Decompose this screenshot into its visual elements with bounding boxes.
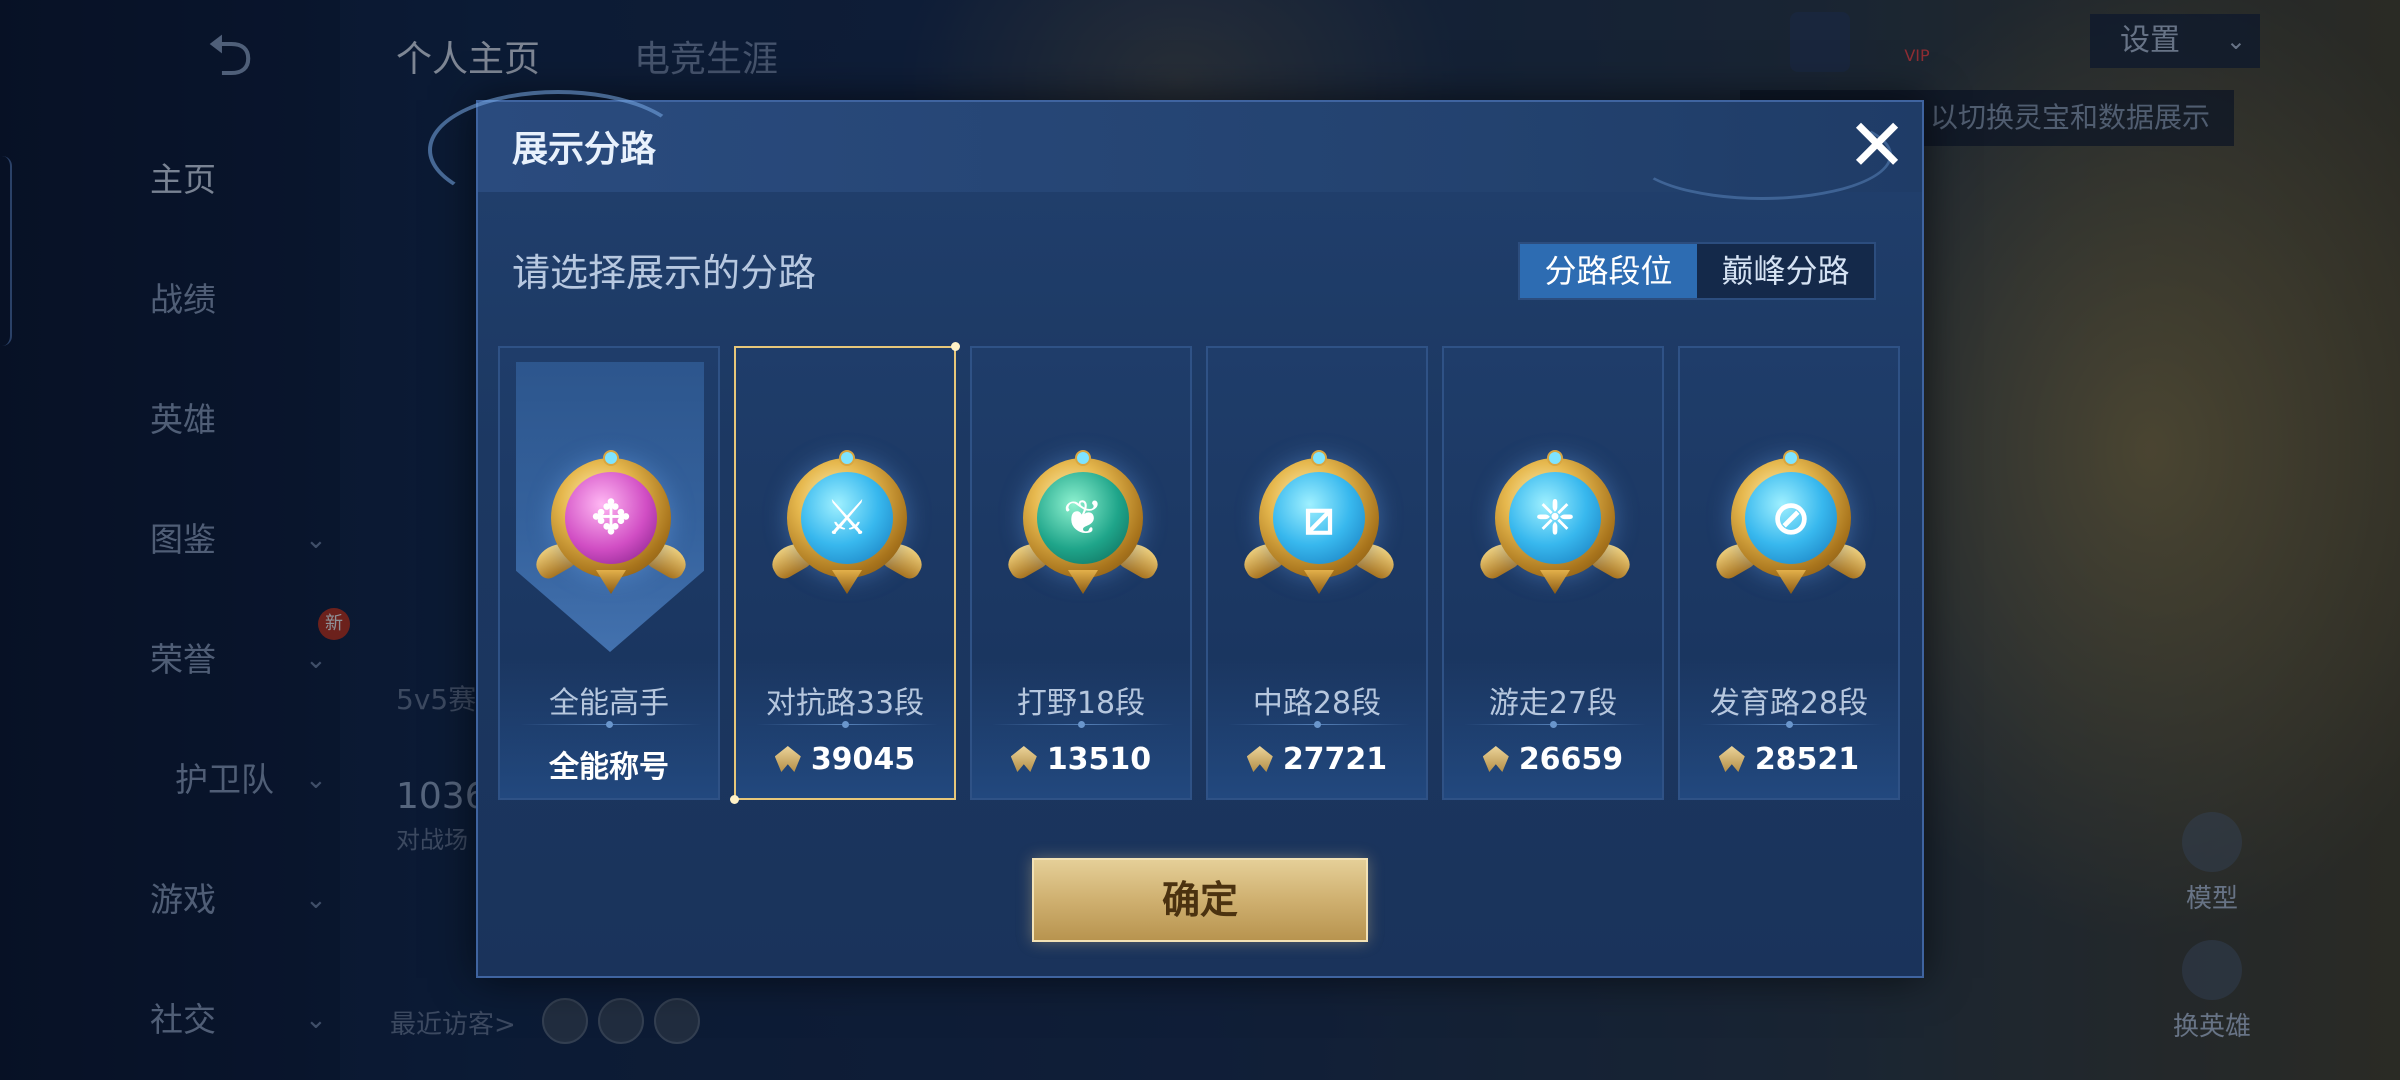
- score-icon: [1010, 746, 1037, 772]
- lane-card-value: 13510: [972, 742, 1190, 777]
- score-value: 26659: [1518, 742, 1624, 777]
- score-icon: [774, 746, 801, 772]
- lane-display-dialog: 展示分路 ✕ 请选择展示的分路 分路段位 巅峰分路 ✥ 全能高手 全能称号 ⚔ …: [428, 90, 1924, 978]
- lane-card-list: ✥ 全能高手 全能称号 ⚔ 对抗路33段 39045 ❦ 打野18段 13510…: [498, 342, 1908, 804]
- emblem-core: ⧄: [1273, 472, 1365, 564]
- emblem-gem: [1783, 450, 1799, 466]
- score-value: 28521: [1754, 742, 1860, 777]
- jungle-emblem-icon: ❦: [1002, 450, 1164, 594]
- divider: [520, 721, 702, 728]
- lane-card-clash[interactable]: ⚔ 对抗路33段 39045: [730, 342, 960, 804]
- emblem-core: ⚔: [801, 472, 893, 564]
- lane-card-name: 打野18段: [1016, 686, 1146, 721]
- clash-lane-emblem-icon: ⚔: [766, 450, 928, 594]
- divider: [1464, 721, 1646, 728]
- score-icon: [1718, 746, 1745, 772]
- emblem-gem: [839, 450, 855, 466]
- emblem-gem: [1311, 450, 1327, 466]
- emblem-tip: [1540, 570, 1570, 594]
- emblem-gem: [603, 450, 619, 466]
- all-round-emblem-icon: ✥: [530, 450, 692, 594]
- lane-card-all-round[interactable]: ✥ 全能高手 全能称号: [498, 346, 720, 800]
- dialog-title: 展示分路: [512, 129, 657, 170]
- emblem-core: ✥: [565, 472, 657, 564]
- lane-card-name: 全能高手: [549, 686, 669, 721]
- roam-emblem-icon: ❈: [1474, 450, 1636, 594]
- emblem-core: ❦: [1037, 472, 1129, 564]
- lane-card-value: 28521: [1680, 742, 1898, 777]
- toggle-peak-lane[interactable]: 巅峰分路: [1697, 244, 1874, 298]
- emblem-core: ❈: [1509, 472, 1601, 564]
- score-value: 39045: [810, 742, 916, 777]
- lane-mode-toggle: 分路段位 巅峰分路: [1518, 242, 1876, 300]
- lane-card-name: 游走27段: [1488, 686, 1618, 721]
- mid-lane-emblem-icon: ⧄: [1238, 450, 1400, 594]
- emblem-tip: [1776, 570, 1806, 594]
- score-value: 27721: [1282, 742, 1388, 777]
- lane-card-value: 全能称号: [549, 750, 669, 785]
- divider: [1228, 721, 1410, 728]
- lane-card-name: 发育路28段: [1709, 686, 1869, 721]
- lane-card-name: 中路28段: [1252, 686, 1382, 721]
- divider: [992, 721, 1174, 728]
- emblem-tip: [1304, 570, 1334, 594]
- score-value: 13510: [1046, 742, 1152, 777]
- lane-card-roam[interactable]: ❈ 游走27段 26659: [1442, 346, 1664, 800]
- lane-card-value: 39045: [736, 742, 954, 777]
- emblem-tip: [832, 570, 862, 594]
- toggle-lane-rank[interactable]: 分路段位: [1520, 244, 1697, 298]
- emblem-gem: [1547, 450, 1563, 466]
- divider: [1700, 721, 1882, 728]
- divider: [756, 721, 938, 728]
- confirm-button[interactable]: 确定: [1032, 858, 1368, 942]
- score-icon: [1482, 746, 1509, 772]
- dialog-header: 展示分路 ✕: [428, 90, 1922, 210]
- lane-card-name: 对抗路33段: [765, 686, 925, 721]
- emblem-gem: [1075, 450, 1091, 466]
- lane-card-value: 27721: [1208, 742, 1426, 777]
- emblem-core: ⊘: [1745, 472, 1837, 564]
- lane-card-mid[interactable]: ⧄ 中路28段 27721: [1206, 346, 1428, 800]
- close-icon[interactable]: ✕: [1840, 109, 1914, 184]
- score-icon: [1246, 746, 1273, 772]
- lane-card-jungle[interactable]: ❦ 打野18段 13510: [970, 346, 1192, 800]
- emblem-tip: [1068, 570, 1098, 594]
- farm-lane-emblem-icon: ⊘: [1710, 450, 1872, 594]
- lane-card-farm[interactable]: ⊘ 发育路28段 28521: [1678, 346, 1900, 800]
- dialog-subtitle: 请选择展示的分路: [512, 251, 817, 295]
- lane-card-value: 26659: [1444, 742, 1662, 777]
